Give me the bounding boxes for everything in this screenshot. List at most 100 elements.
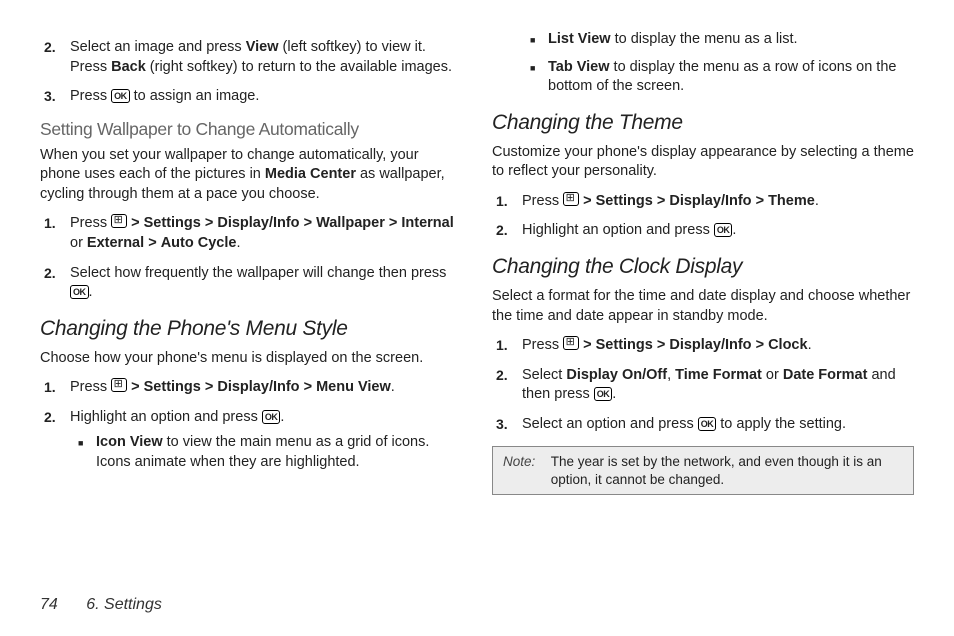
wallpaper-auto-heading: Setting Wallpaper to Change Automaticall… — [40, 119, 462, 140]
list-marker: 2. — [44, 264, 56, 283]
page-footer: 74 6. Settings — [40, 596, 162, 614]
list-marker: 1. — [44, 378, 56, 397]
path: Auto Cycle — [161, 235, 237, 251]
list-marker: 1. — [44, 214, 56, 233]
gt: > — [583, 337, 591, 353]
label: List View — [548, 31, 611, 47]
view-label: View — [246, 39, 279, 55]
gt: > — [756, 337, 764, 353]
option-list-view: List View to display the menu as a list. — [548, 30, 914, 50]
path: Internal — [401, 215, 453, 231]
gt: > — [657, 337, 665, 353]
text: . — [280, 409, 284, 425]
text: Press — [70, 215, 111, 231]
gt: > — [205, 215, 213, 231]
text: Highlight an option and press — [522, 222, 714, 238]
option-icon-view: Icon View to view the main menu as a gri… — [96, 433, 462, 472]
list-marker: 2. — [496, 221, 508, 240]
text: . — [612, 386, 616, 402]
menu-view-options-cont: List View to display the menu as a list.… — [492, 30, 914, 97]
step-1: 1. Press > Settings > Display/Info > Clo… — [522, 336, 914, 356]
step-2: 2. Select Display On/Off, Time Format or… — [522, 366, 914, 405]
gt: > — [389, 215, 397, 231]
menu-style-steps: 1. Press > Settings > Display/Info > Men… — [40, 378, 462, 472]
opt: Display On/Off — [566, 367, 667, 383]
text: Press — [70, 379, 111, 395]
ok-icon: OK — [70, 285, 89, 299]
menu-icon — [111, 214, 127, 228]
text: or — [70, 235, 87, 251]
gt: > — [756, 193, 764, 209]
label: Tab View — [548, 59, 610, 75]
step-3: 3. Press OK to assign an image. — [70, 87, 462, 107]
wallpaper-auto-steps: 1. Press > Settings > Display/Info > Wal… — [40, 214, 462, 302]
clock-desc: Select a format for the time and date di… — [492, 287, 914, 326]
text: Select — [522, 367, 566, 383]
text: to display the menu as a list. — [611, 31, 798, 47]
ok-icon: OK — [594, 387, 613, 401]
gt: > — [657, 193, 665, 209]
path: Menu View — [316, 379, 391, 395]
step-2: 2. Highlight an option and press OK. — [522, 221, 914, 241]
left-column: 2. Select an image and press View (left … — [40, 30, 462, 495]
text: Press — [522, 337, 563, 353]
step-1: 1. Press > Settings > Display/Info > Men… — [70, 378, 462, 398]
note-text: The year is set by the network, and even… — [551, 453, 901, 488]
menu-icon — [111, 378, 127, 392]
text: Press — [70, 88, 111, 104]
list-marker: 2. — [496, 366, 508, 385]
list-marker: 2. — [44, 38, 56, 57]
text: Press — [522, 193, 563, 209]
text: or — [762, 367, 783, 383]
image-steps-continued: 2. Select an image and press View (left … — [40, 38, 462, 107]
option-tab-view: Tab View to display the menu as a row of… — [548, 58, 914, 97]
path: Settings — [596, 193, 653, 209]
gt: > — [304, 215, 312, 231]
path: Settings — [596, 337, 653, 353]
text: to assign an image. — [130, 88, 260, 104]
menu-style-desc: Choose how your phone's menu is displaye… — [40, 349, 462, 369]
ok-icon: OK — [111, 89, 130, 103]
menu-view-options: Icon View to view the main menu as a gri… — [70, 433, 462, 472]
back-label: Back — [111, 59, 146, 75]
list-marker: 1. — [496, 336, 508, 355]
path: External — [87, 235, 144, 251]
gt: > — [304, 379, 312, 395]
section-title: 6. Settings — [86, 596, 162, 613]
text: Highlight an option and press — [70, 409, 262, 425]
list-marker: 2. — [44, 408, 56, 427]
path: Clock — [768, 337, 808, 353]
step-1: 1. Press > Settings > Display/Info > Wal… — [70, 214, 462, 253]
page-body: 2. Select an image and press View (left … — [0, 0, 954, 495]
page-number: 74 — [40, 596, 58, 613]
menu-style-heading: Changing the Phone's Menu Style — [40, 317, 462, 341]
step-1: 1. Press > Settings > Display/Info > The… — [522, 192, 914, 212]
opt: Time Format — [675, 367, 762, 383]
opt: Date Format — [783, 367, 868, 383]
note-box: Note: The year is set by the network, an… — [492, 446, 914, 495]
text: Select how frequently the wallpaper will… — [70, 265, 446, 281]
theme-heading: Changing the Theme — [492, 111, 914, 135]
note-label: Note: — [503, 453, 547, 471]
path: Wallpaper — [316, 215, 385, 231]
gt: > — [583, 193, 591, 209]
menu-icon — [563, 192, 579, 206]
text: . — [732, 222, 736, 238]
list-marker: 1. — [496, 192, 508, 211]
step-2: 2. Highlight an option and press OK. Ico… — [70, 408, 462, 473]
text: to apply the setting. — [716, 416, 846, 432]
gt: > — [148, 235, 156, 251]
step-2: 2. Select an image and press View (left … — [70, 38, 462, 77]
gt: > — [131, 379, 139, 395]
text: Select an option and press — [522, 416, 698, 432]
clock-steps: 1. Press > Settings > Display/Info > Clo… — [492, 336, 914, 434]
path: Settings — [144, 215, 201, 231]
path: Display/Info — [669, 337, 751, 353]
right-column: List View to display the menu as a list.… — [492, 30, 914, 495]
theme-desc: Customize your phone's display appearanc… — [492, 143, 914, 182]
list-marker: 3. — [44, 87, 56, 106]
text: Select an image and press — [70, 39, 246, 55]
text: (right softkey) to return to the availab… — [146, 59, 452, 75]
list-marker: 3. — [496, 415, 508, 434]
ok-icon: OK — [698, 417, 717, 431]
